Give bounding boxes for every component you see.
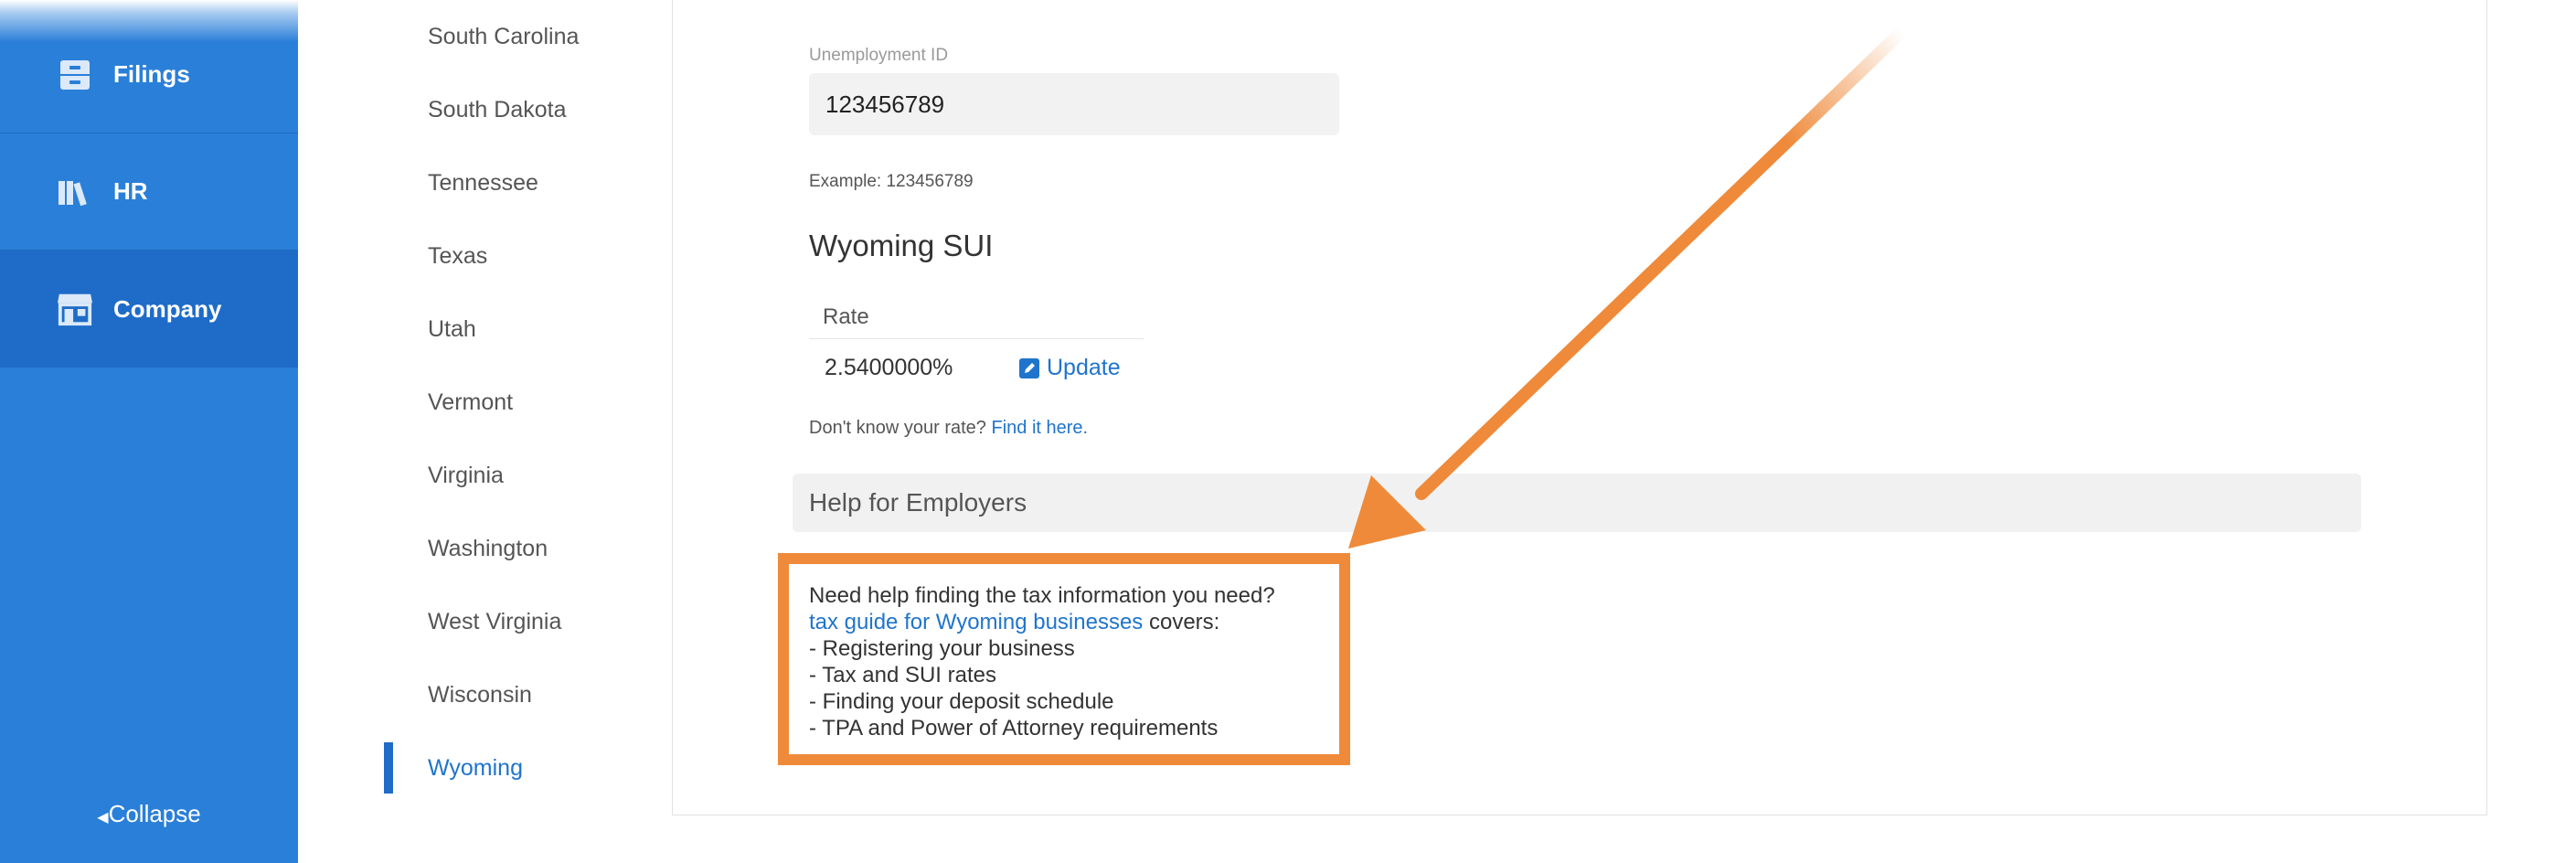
annotation-arrow: [1348, 26, 1908, 549]
